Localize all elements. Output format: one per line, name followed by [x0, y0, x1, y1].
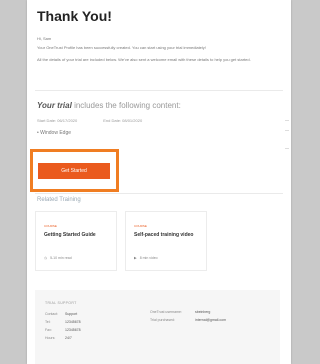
confirmation-page: Thank You! Hi, Sam Your OneTrust Profile…: [27, 0, 291, 364]
support-row: OneTrust username: sbeinberg: [150, 310, 210, 314]
training-card-getting-started[interactable]: COURSE Getting Started Guide ◷ 5-10 min …: [35, 211, 117, 271]
support-value: 12345678: [65, 328, 81, 332]
card-kicker: COURSE: [134, 224, 147, 228]
trial-item: • Window Edge: [37, 130, 71, 136]
support-label: Tel:: [45, 320, 51, 324]
card-meta-text: 8 min video: [139, 256, 158, 260]
trial-heading-suffix: includes the following content:: [74, 101, 181, 110]
support-row: Trial purchased: internal@gmail.com: [150, 318, 226, 322]
greeting-text: Hi, Sam: [37, 36, 52, 41]
bullet-icon: •: [37, 130, 39, 136]
card-meta: ◷ 5-10 min read: [44, 256, 72, 260]
play-icon: ▶: [134, 256, 137, 260]
related-training-title: Related Training: [37, 197, 81, 203]
support-label: Hours:: [45, 336, 56, 340]
intro-paragraph: Your OneTrust Profile has been successfu…: [37, 45, 206, 50]
divider: [35, 90, 283, 91]
details-paragraph: All the details of your trial are includ…: [37, 57, 251, 62]
start-date: Start Date: 06/17/2020: [37, 118, 78, 123]
support-value: 24/7: [65, 336, 72, 340]
divider: [35, 193, 283, 194]
trial-heading: Your trial includes the following conten…: [37, 101, 181, 110]
support-value: sbeinberg: [195, 310, 211, 314]
card-meta: ▶ 8 min video: [134, 256, 158, 260]
divider: [285, 148, 289, 152]
get-started-button[interactable]: Get Started: [38, 163, 110, 179]
support-label: Fax:: [45, 328, 52, 332]
support-value: Support: [65, 312, 78, 316]
page-title: Thank You!: [37, 8, 112, 24]
support-value: internal@gmail.com: [195, 318, 226, 322]
divider: [285, 120, 289, 124]
support-row: Tel: 12345678: [45, 320, 81, 324]
support-row: Contact: Support: [45, 312, 77, 316]
clock-icon: ◷: [44, 256, 48, 260]
end-date: End Date: 08/01/2020: [103, 118, 143, 123]
trial-support-panel: TRIAL SUPPORT Contact: Support Tel: 1234…: [35, 290, 280, 364]
card-title: Self-paced training video: [134, 232, 194, 238]
support-heading: TRIAL SUPPORT: [45, 301, 77, 305]
support-value: 12345678: [65, 320, 81, 324]
divider: [285, 130, 289, 134]
trial-item-label: Window Edge: [40, 130, 72, 136]
card-kicker: COURSE: [44, 224, 57, 228]
training-card-video[interactable]: COURSE Self-paced training video ▶ 8 min…: [125, 211, 207, 271]
trial-dates: Start Date: 06/17/2020 End Date: 08/01/2…: [37, 118, 142, 123]
card-title: Getting Started Guide: [44, 232, 96, 238]
trial-heading-prefix: Your trial: [37, 101, 72, 110]
support-label: Contact:: [45, 312, 59, 316]
support-row: Fax: 12345678: [45, 328, 81, 332]
card-meta-text: 5-10 min read: [50, 256, 72, 260]
support-label: Trial purchased:: [150, 318, 175, 322]
support-row: Hours: 24/7: [45, 336, 72, 340]
support-label: OneTrust username:: [150, 310, 182, 314]
